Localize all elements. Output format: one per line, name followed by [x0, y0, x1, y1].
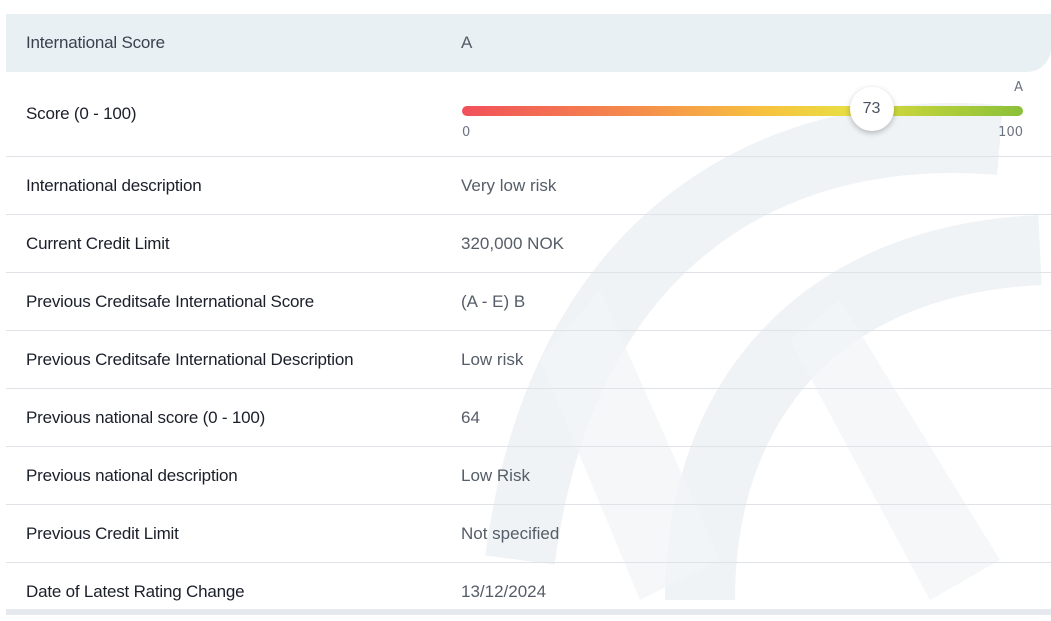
- row-label: Previous Creditsafe International Descri…: [26, 349, 354, 369]
- table-row: International description Very low risk: [6, 157, 1051, 215]
- row-value: Low Risk: [461, 465, 530, 485]
- table-bottom-border: [6, 609, 1051, 615]
- score-min-label: 0: [462, 125, 471, 140]
- row-value: Not specified: [461, 523, 560, 543]
- international-score-row: International Score A: [6, 14, 1051, 72]
- row-label: Previous Creditsafe International Score: [26, 291, 314, 311]
- row-value: 320,000 NOK: [461, 233, 565, 253]
- credit-score-table: International Score A Score (0 - 100) A …: [6, 14, 1051, 621]
- score-gradient-bar: [462, 106, 1023, 116]
- international-score-value: A: [461, 33, 473, 52]
- score-gauge-row: Score (0 - 100) A 73 0 100: [6, 72, 1051, 157]
- score-gauge: A 73 0 100: [462, 72, 1023, 157]
- table-row: Previous Creditsafe International Descri…: [6, 331, 1051, 389]
- score-label: Score (0 - 100): [26, 104, 137, 123]
- score-grade-label: A: [1014, 80, 1023, 95]
- row-label: Previous national score (0 - 100): [26, 407, 266, 427]
- table-row: Previous national score (0 - 100) 64: [6, 389, 1051, 447]
- table-row: Previous national description Low Risk: [6, 447, 1051, 505]
- row-label: Previous Credit Limit: [26, 523, 179, 543]
- row-value: 13/12/2024: [461, 582, 547, 601]
- international-score-label: International Score: [26, 33, 165, 52]
- table-row: Previous Credit Limit Not specified: [6, 505, 1051, 563]
- row-value: (A - E) B: [461, 291, 526, 311]
- row-value: Very low risk: [461, 175, 557, 195]
- row-label: Previous national description: [26, 465, 238, 485]
- score-indicator-knob: 73: [849, 87, 894, 131]
- score-value: 73: [862, 100, 881, 117]
- row-value: 64: [461, 407, 480, 427]
- table-row: Current Credit Limit 320,000 NOK: [6, 215, 1051, 273]
- row-value: Low risk: [461, 349, 524, 369]
- row-label: Date of Latest Rating Change: [26, 582, 245, 601]
- row-label: International description: [26, 175, 202, 195]
- row-label: Current Credit Limit: [26, 233, 170, 253]
- table-row: Previous Creditsafe International Score …: [6, 273, 1051, 331]
- score-max-label: 100: [998, 125, 1023, 140]
